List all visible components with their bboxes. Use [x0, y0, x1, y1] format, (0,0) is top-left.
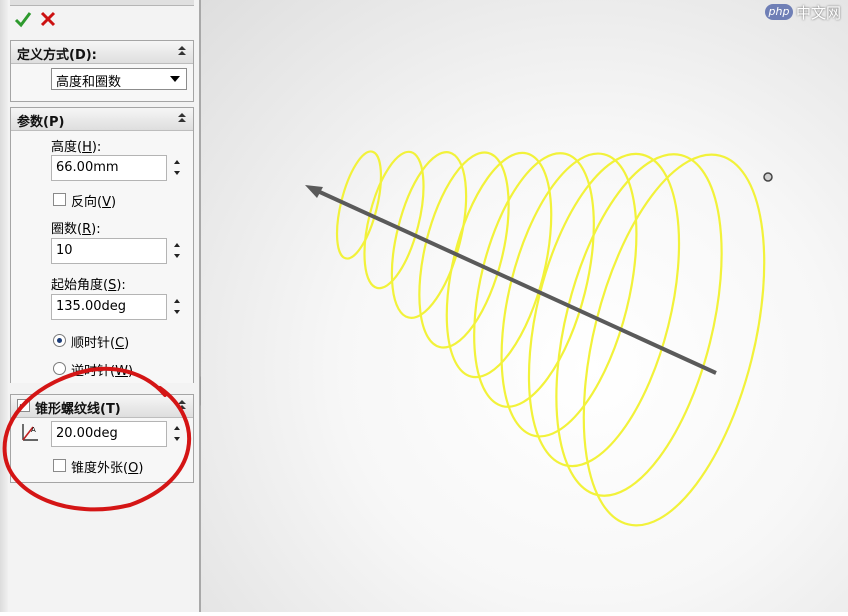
taper-enable-checkbox[interactable] [17, 397, 30, 412]
height-spinner[interactable] [171, 155, 183, 181]
helix-turn [500, 152, 638, 438]
parameters-group-header[interactable]: 参数(P) [11, 108, 193, 131]
reverse-label: 反向(V) [71, 195, 117, 210]
helix-turn [555, 153, 723, 497]
taper-group-header[interactable]: 锥形螺纹线(T) [11, 395, 193, 418]
axis-line [310, 186, 717, 375]
watermark-logo: php [765, 4, 793, 20]
axis-arrowhead [305, 185, 323, 198]
start-angle-input[interactable]: 135.00deg [51, 294, 167, 320]
counterclockwise-radio[interactable] [53, 362, 66, 375]
checkmark-icon [14, 12, 32, 28]
panel-titlebar [10, 0, 194, 6]
property-manager-panel: 定义方式(D): 高度和圈数 参数(P) 高度(H): 66.00mm 反向(V… [0, 0, 200, 612]
definition-group: 定义方式(D): 高度和圈数 [10, 40, 194, 102]
taper-outward-checkbox[interactable] [53, 459, 66, 472]
helix-turn [335, 150, 383, 260]
parameters-group-title: 参数(P) [17, 115, 65, 130]
start-point-handle[interactable] [763, 172, 773, 182]
collapse-icon[interactable] [176, 45, 188, 59]
definition-group-title: 定义方式(D): [17, 48, 97, 63]
parameters-group: 参数(P) 高度(H): 66.00mm 反向(V) 圈数(R): 10 起始角… [10, 107, 194, 383]
helix-preview [305, 150, 773, 527]
svg-text:A: A [31, 426, 36, 434]
taper-angle-icon: A [22, 424, 38, 441]
collapse-icon[interactable] [176, 399, 188, 413]
watermark-text: 中文网 [796, 4, 842, 22]
cancel-button[interactable] [38, 9, 58, 29]
taper-angle-spinner[interactable] [171, 421, 183, 447]
ok-button[interactable] [13, 9, 33, 29]
clockwise-label: 顺时针(C) [71, 336, 130, 351]
start-angle-label: 起始角度(S): [51, 278, 126, 293]
revolutions-label: 圈数(R): [51, 222, 101, 237]
revolutions-spinner[interactable] [171, 238, 183, 264]
taper-group: 锥形螺纹线(T) A 20.00deg 锥度外张(O) [10, 394, 194, 483]
collapse-icon[interactable] [176, 112, 188, 126]
revolutions-input[interactable]: 10 [51, 238, 167, 264]
definition-combo[interactable]: 高度和圈数 [51, 68, 187, 90]
clockwise-radio[interactable] [53, 334, 66, 347]
taper-group-title: 锥形螺纹线(T) [35, 402, 121, 417]
panel-edge [0, 0, 8, 612]
height-label: 高度(H): [51, 140, 102, 155]
taper-outward-label: 锥度外张(O) [71, 461, 144, 476]
counterclockwise-label: 逆时针(W) [71, 364, 134, 379]
definition-combo-value: 高度和圈数 [56, 75, 122, 90]
graphics-viewport[interactable] [201, 0, 848, 612]
close-icon [40, 11, 56, 27]
height-input[interactable]: 66.00mm [51, 155, 167, 181]
start-angle-spinner[interactable] [171, 294, 183, 320]
taper-angle-input[interactable]: 20.00deg [51, 421, 167, 447]
definition-group-header[interactable]: 定义方式(D): [11, 41, 193, 64]
site-watermark: php 中文网 [760, 2, 846, 22]
reverse-checkbox[interactable] [53, 193, 66, 206]
chevron-down-icon[interactable] [167, 72, 183, 86]
